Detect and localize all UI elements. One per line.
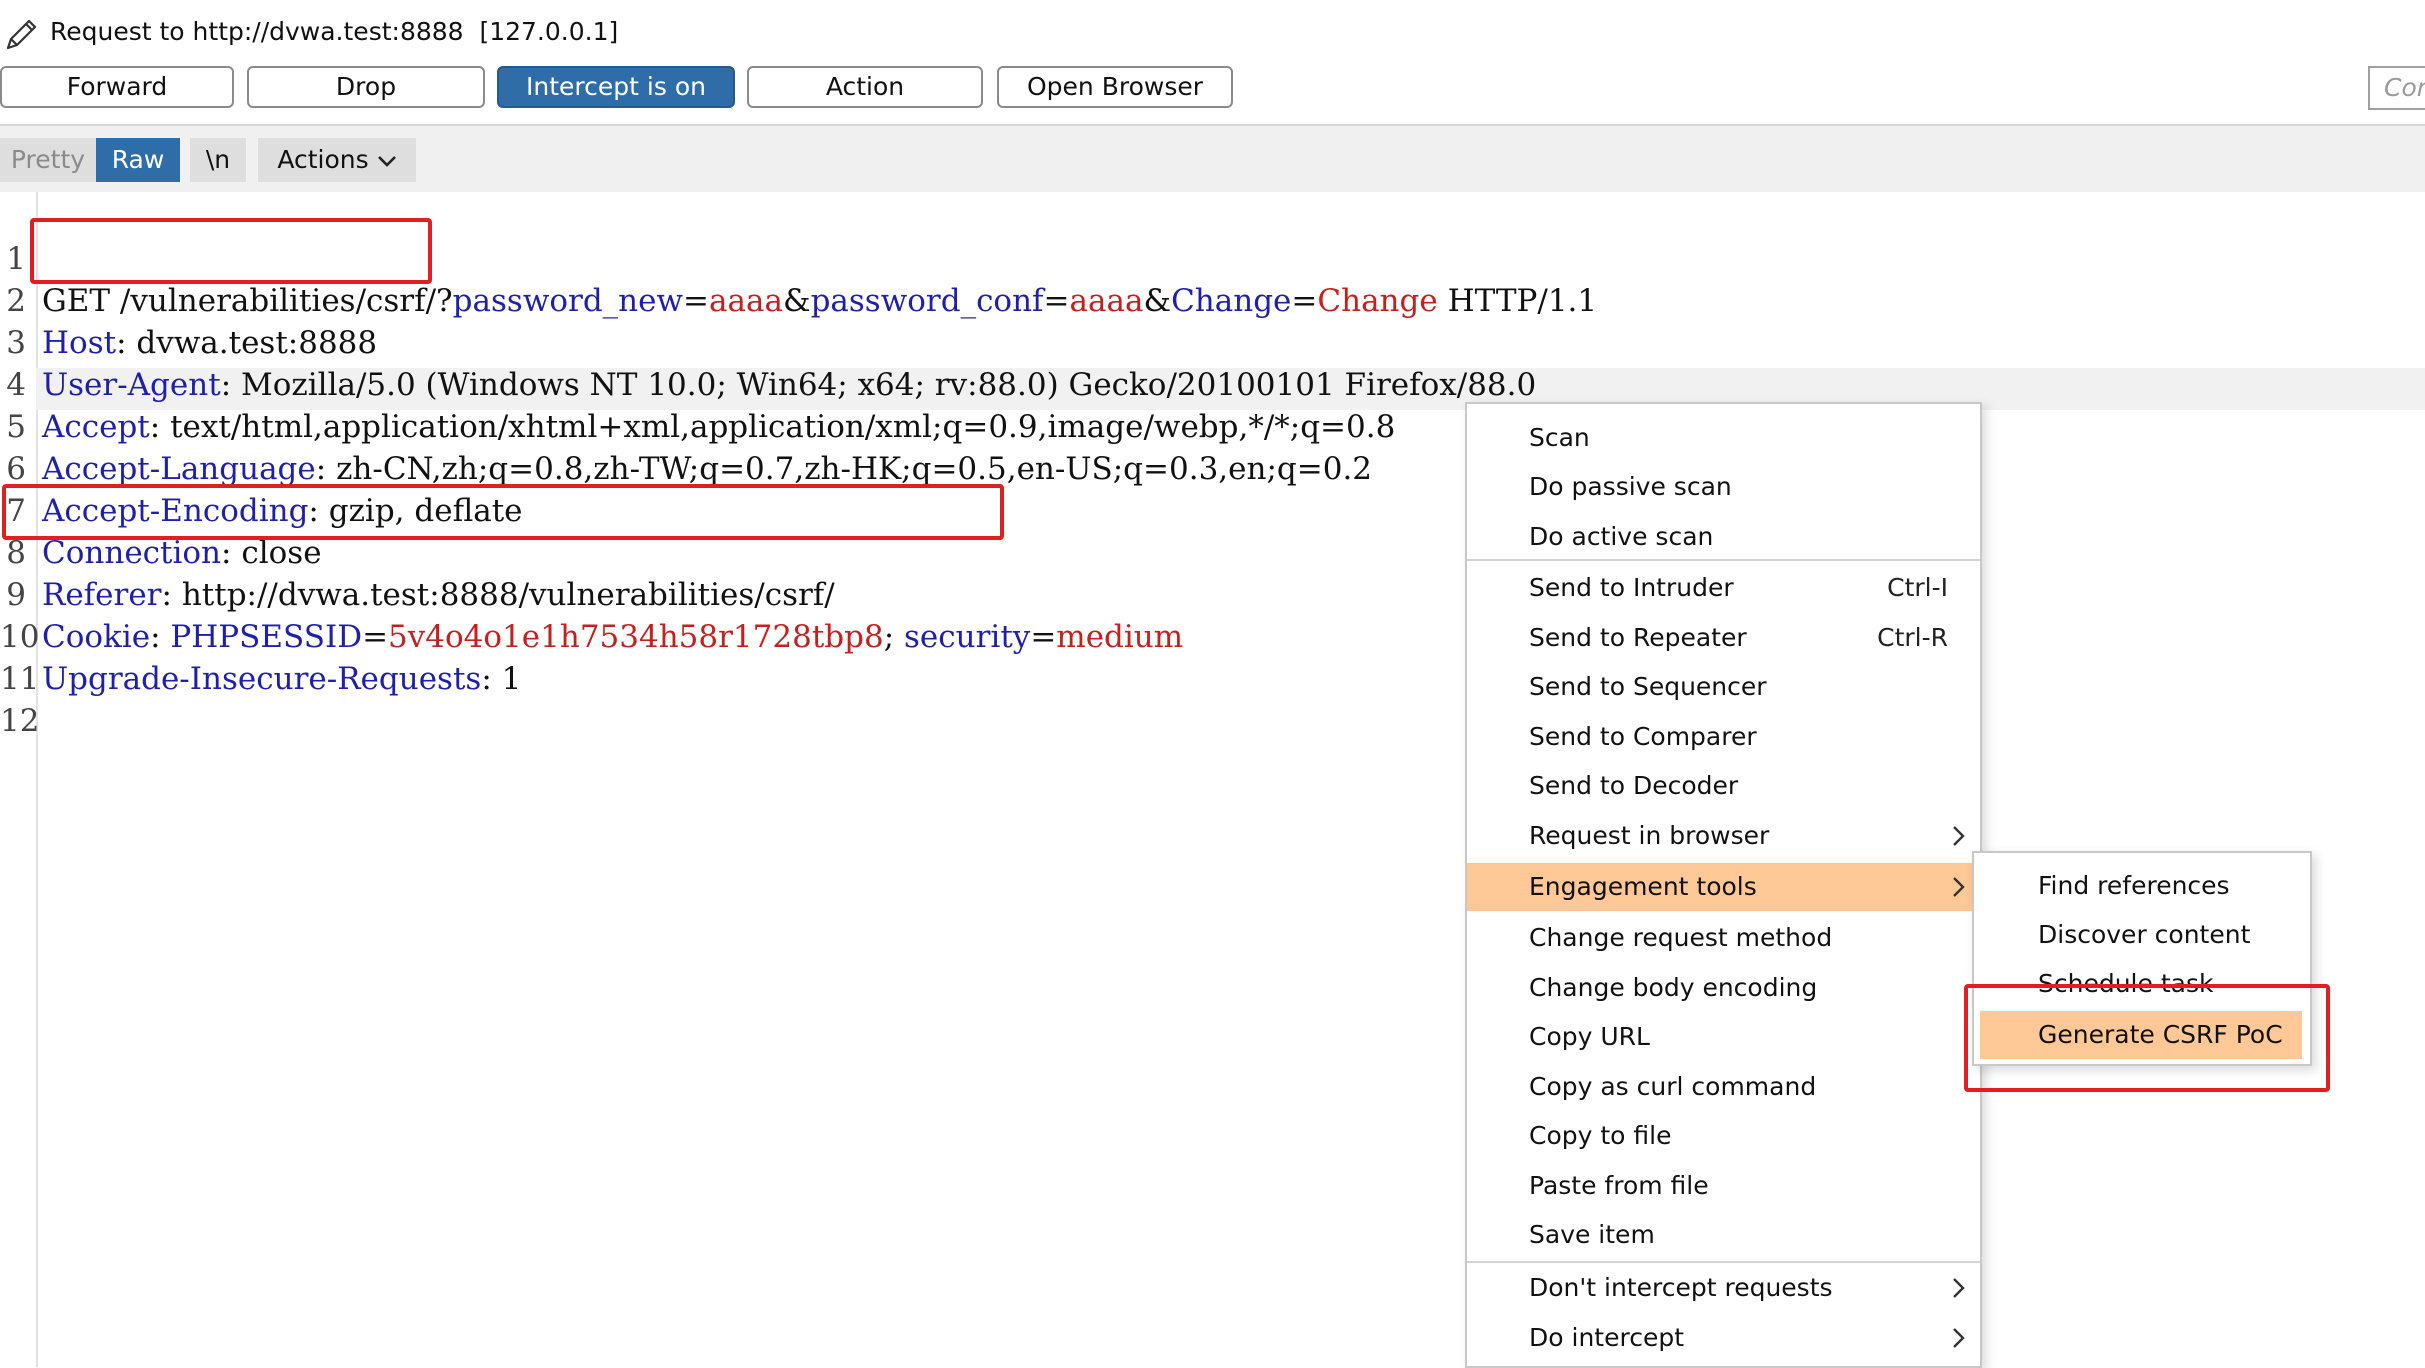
action-button[interactable]: Action xyxy=(747,66,983,108)
line-number: 12 xyxy=(0,703,40,739)
newline-toggle[interactable]: \n xyxy=(190,138,246,182)
drop-button[interactable]: Drop xyxy=(247,66,485,108)
menu-separator xyxy=(1467,559,1980,561)
empty-line[interactable]: 12 xyxy=(0,658,39,739)
menu-separator xyxy=(1467,1261,1980,1263)
param-name: Change xyxy=(1171,283,1292,319)
param-value: Change xyxy=(1317,283,1438,319)
chevron-right-icon xyxy=(1953,1278,1965,1298)
header-name: Accept xyxy=(42,409,150,445)
header-line[interactable]: 3 User-Agent: Mozilla/5.0 (Windows NT 10… xyxy=(0,280,1536,403)
menu-item-scan[interactable]: Scan xyxy=(1467,414,1980,462)
menu-item-change-body-encoding[interactable]: Change body encoding xyxy=(1467,964,1980,1012)
menu-item-send-to-sequencer[interactable]: Send to Sequencer xyxy=(1467,663,1980,711)
shortcut-label: Ctrl-R xyxy=(1877,623,1948,652)
editor-header: Pretty Raw \n Actions xyxy=(0,126,2425,192)
header-value: Mozilla/5.0 (Windows NT 10.0; Win64; x64… xyxy=(241,367,1537,403)
menu-item-copy-as-curl[interactable]: Copy as curl command xyxy=(1467,1063,1980,1111)
cookie-value: 5v4o4o1e1h7534h58r1728tbp8 xyxy=(388,619,884,655)
context-menu: Scan Do passive scan Do active scan Send… xyxy=(1465,402,1982,1368)
title-bar: Request to http://dvwa.test:8888 [127.0.… xyxy=(0,0,2425,62)
header-value: close xyxy=(241,535,322,571)
submenu-item-find-references[interactable]: Find references xyxy=(1974,862,2310,910)
header-line[interactable]: 4 Accept: text/html,application/xhtml+xm… xyxy=(0,322,1395,445)
header-value: zh-CN,zh;q=0.8,zh-TW;q=0.7,zh-HK;q=0.5,e… xyxy=(336,451,1373,487)
method-path: GET /vulnerabilities/csrf/? xyxy=(42,283,453,319)
cookie-value: medium xyxy=(1056,619,1184,655)
header-value: text/html,application/xhtml+xml,applicat… xyxy=(170,409,1396,445)
http-version: HTTP/1.1 xyxy=(1437,283,1598,319)
menu-item-dont-intercept[interactable]: Don't intercept requests xyxy=(1467,1264,1980,1312)
engagement-tools-submenu: Find references Discover content Schedul… xyxy=(1972,851,2312,1066)
header-value: gzip, deflate xyxy=(328,493,523,529)
menu-item-change-request-method[interactable]: Change request method xyxy=(1467,914,1980,962)
intercept-toolbar: Forward Drop Intercept is on Action Open… xyxy=(0,62,2425,126)
menu-item-do-active-scan[interactable]: Do active scan xyxy=(1467,513,1980,561)
menu-item-send-to-comparer[interactable]: Send to Comparer xyxy=(1467,713,1980,761)
header-value: dvwa.test:8888 xyxy=(136,325,378,361)
menu-item-send-to-intruder[interactable]: Send to Intruder Ctrl-I xyxy=(1467,564,1980,612)
window-title: Request to http://dvwa.test:8888 [127.0.… xyxy=(50,17,619,46)
cookie-line[interactable]: 9 Cookie: PHPSESSID=5v4o4o1e1h7534h58r17… xyxy=(0,532,1183,655)
header-value: http://dvwa.test:8888/vulnerabilities/cs… xyxy=(181,577,835,613)
header-name: Accept-Encoding xyxy=(42,493,309,529)
menu-item-engagement-tools[interactable]: Engagement tools xyxy=(1467,863,1980,911)
header-name: Host xyxy=(42,325,117,361)
menu-item-paste-from-file[interactable]: Paste from file xyxy=(1467,1162,1980,1210)
open-browser-button[interactable]: Open Browser xyxy=(997,66,1233,108)
actions-dropdown[interactable]: Actions xyxy=(258,138,416,182)
pencil-icon xyxy=(6,19,37,50)
header-name: Upgrade-Insecure-Requests xyxy=(42,661,482,697)
header-line[interactable]: 5 Accept-Language: zh-CN,zh;q=0.8,zh-TW;… xyxy=(0,364,1372,487)
menu-item-save-item[interactable]: Save item xyxy=(1467,1211,1980,1259)
chevron-right-icon xyxy=(1953,826,1965,846)
request-editor[interactable]: 1 GET /vulnerabilities/csrf/?password_ne… xyxy=(0,192,2425,1367)
submenu-item-discover-content[interactable]: Discover content xyxy=(1974,911,2310,959)
tab-pretty[interactable]: Pretty xyxy=(0,138,96,182)
submenu-item-schedule-task[interactable]: Schedule task xyxy=(1974,960,2310,1008)
intercept-toggle-button[interactable]: Intercept is on xyxy=(497,66,735,108)
menu-item-send-to-decoder[interactable]: Send to Decoder xyxy=(1467,762,1980,810)
menu-item-do-passive-scan[interactable]: Do passive scan xyxy=(1467,463,1980,511)
menu-item-request-in-browser[interactable]: Request in browser xyxy=(1467,812,1980,860)
chevron-right-icon xyxy=(1953,877,1965,897)
header-line[interactable]: 7 Connection: close xyxy=(0,448,321,571)
actions-label: Actions xyxy=(277,145,369,174)
header-name: User-Agent xyxy=(42,367,221,403)
cookie-name: PHPSESSID xyxy=(170,619,363,655)
header-value: 1 xyxy=(501,661,522,697)
menu-item-copy-to-file[interactable]: Copy to file xyxy=(1467,1112,1980,1160)
comment-input[interactable]: Comment this item xyxy=(2368,66,2425,110)
shortcut-label: Ctrl-I xyxy=(1887,573,1948,602)
param-value: aaaa xyxy=(709,283,783,319)
header-name: Cookie xyxy=(42,619,151,655)
request-line[interactable]: 1 GET /vulnerabilities/csrf/?password_ne… xyxy=(0,196,1597,319)
tab-raw[interactable]: Raw xyxy=(96,138,180,182)
header-line[interactable]: 6 Accept-Encoding: gzip, deflate xyxy=(0,406,522,529)
cookie-name: security xyxy=(904,619,1031,655)
menu-item-send-to-repeater[interactable]: Send to Repeater Ctrl-R xyxy=(1467,614,1980,662)
header-name: Connection xyxy=(42,535,222,571)
header-name: Referer xyxy=(42,577,162,613)
chevron-right-icon xyxy=(1953,1328,1965,1348)
param-name: password_new xyxy=(452,283,684,319)
forward-button[interactable]: Forward xyxy=(0,66,234,108)
header-line[interactable]: 10 Upgrade-Insecure-Requests: 1 xyxy=(0,574,521,697)
header-line[interactable]: 8 Referer: http://dvwa.test:8888/vulnera… xyxy=(0,490,834,613)
header-line[interactable]: 2 Host: dvwa.test:8888 xyxy=(0,238,377,361)
submenu-item-generate-csrf-poc[interactable]: Generate CSRF PoC xyxy=(1980,1011,2302,1059)
menu-item-copy-url[interactable]: Copy URL xyxy=(1467,1013,1980,1061)
chevron-down-icon xyxy=(377,156,396,167)
param-name: password_conf xyxy=(810,283,1044,319)
menu-item-do-intercept[interactable]: Do intercept xyxy=(1467,1314,1980,1362)
empty-line[interactable]: 11 xyxy=(0,616,39,697)
header-name: Accept-Language xyxy=(42,451,316,487)
param-value: aaaa xyxy=(1069,283,1144,319)
